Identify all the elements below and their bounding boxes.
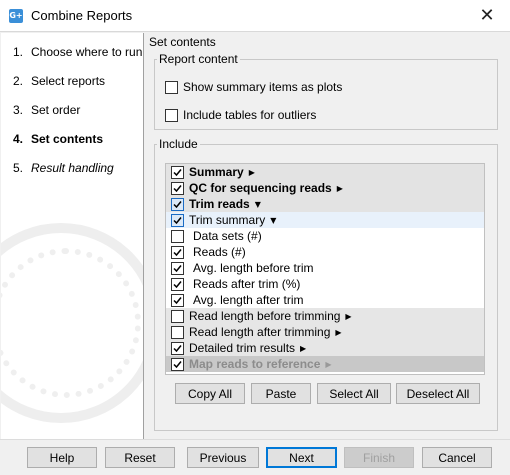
trim-summary-checkbox[interactable] <box>171 213 184 227</box>
copy-all-button[interactable]: Copy All <box>175 383 245 404</box>
step-number: 3. <box>13 103 24 117</box>
summary-checkbox[interactable] <box>171 165 184 179</box>
tree-row-label: Detailed trim results <box>189 341 296 355</box>
help-button[interactable]: Help <box>27 447 97 468</box>
read-length-before-checkbox[interactable] <box>171 309 184 323</box>
previous-button[interactable]: Previous <box>187 447 259 468</box>
tree-row-summary[interactable]: Summary ▶ <box>166 164 484 180</box>
avg-length-before-checkbox[interactable] <box>171 261 184 275</box>
tree-row-reads-after-trim[interactable]: Reads after trim (%) <box>166 276 484 292</box>
read-length-after-checkbox[interactable] <box>171 325 184 339</box>
app-icon: G+ <box>9 8 23 23</box>
expand-right-icon[interactable]: ▶ <box>300 344 306 353</box>
wizard-step-3: 3. Set order <box>1 100 80 120</box>
window-title: Combine Reports <box>31 8 133 23</box>
tree-row-label: Reads after trim (%) <box>193 277 301 291</box>
wizard-step-1: 1. Choose where to run <box>1 42 142 62</box>
wizard-step-4: 4. Set contents <box>1 129 103 149</box>
step-number: 2. <box>13 74 24 88</box>
section-title: Set contents <box>149 35 216 49</box>
step-number: 5. <box>13 161 24 175</box>
trim-reads-checkbox[interactable] <box>171 197 184 211</box>
tree-row-label: Read length after trimming <box>189 325 331 339</box>
step-label: Set order <box>31 103 81 117</box>
tree-row-label: Trim summary <box>189 213 266 227</box>
expand-right-icon[interactable]: ▶ <box>249 168 255 177</box>
detailed-trim-checkbox[interactable] <box>171 341 184 355</box>
include-outliers-label: Include tables for outliers <box>183 108 317 122</box>
tree-row-label: Avg. length before trim <box>193 261 314 275</box>
wizard-step-2: 2. Select reports <box>1 71 105 91</box>
tree-row-map-reads[interactable]: Map reads to reference ▶ <box>166 356 484 372</box>
show-summary-plots-option[interactable]: Show summary items as plots <box>165 80 342 94</box>
wizard-steps-panel: 1. Choose where to run 2. Select reports… <box>1 33 144 439</box>
tree-row-read-length-before[interactable]: Read length before trimming ▶ <box>166 308 484 324</box>
map-reads-checkbox[interactable] <box>171 357 184 371</box>
step-number: 4. <box>13 132 24 146</box>
finish-button[interactable]: Finish <box>344 447 414 468</box>
close-icon[interactable]: ✕ <box>464 0 510 31</box>
dialog-body: 1. Choose where to run 2. Select reports… <box>0 31 510 475</box>
step-label: Choose where to run <box>31 45 143 59</box>
tree-row-label: Data sets (#) <box>193 229 262 243</box>
collapse-down-icon[interactable]: ▼ <box>270 216 276 225</box>
wizard-step-5: 5. Result handling <box>1 158 114 178</box>
reads-after-trim-checkbox[interactable] <box>171 277 184 291</box>
step-number: 1. <box>13 45 24 59</box>
show-summary-plots-checkbox[interactable] <box>165 80 178 94</box>
reset-button[interactable]: Reset <box>105 447 175 468</box>
expand-right-icon[interactable]: ▶ <box>345 312 351 321</box>
tree-row-label: Read length before trimming <box>189 309 341 323</box>
dialog-footer: Help Reset Previous Next Finish Cancel <box>0 439 510 475</box>
cancel-button[interactable]: Cancel <box>422 447 492 468</box>
tree-row-label: Map reads to reference <box>189 357 321 371</box>
tree-row-reads[interactable]: Reads (#) <box>166 244 484 260</box>
avg-length-after-checkbox[interactable] <box>171 293 184 307</box>
paste-button[interactable]: Paste <box>251 383 311 404</box>
step-label: Select reports <box>31 74 106 88</box>
collapse-down-icon[interactable]: ▼ <box>255 200 261 209</box>
reads-checkbox[interactable] <box>171 245 184 259</box>
tree-row-trim-reads[interactable]: Trim reads ▼ <box>166 196 484 212</box>
step-label: Set contents <box>31 132 104 146</box>
report-content-legend: Report content <box>159 52 238 66</box>
tree-row-label: Trim reads <box>189 197 250 211</box>
tree-row-label: Summary <box>189 165 244 179</box>
tree-row-label: Reads (#) <box>193 245 246 259</box>
deselect-all-button[interactable]: Deselect All <box>396 383 480 404</box>
include-tree: Summary ▶ QC for sequencing reads ▶ Trim… <box>165 163 485 375</box>
tree-row-label: QC for sequencing reads <box>189 181 332 195</box>
qc-checkbox[interactable] <box>171 181 184 195</box>
content-panel: Set contents Report content Show summary… <box>146 33 510 439</box>
include-outliers-checkbox[interactable] <box>165 108 178 122</box>
tree-row-qc-sequencing-reads[interactable]: QC for sequencing reads ▶ <box>166 180 484 196</box>
show-summary-plots-label: Show summary items as plots <box>183 80 343 94</box>
step-label: Result handling <box>31 161 114 175</box>
tree-row-trim-summary[interactable]: Trim summary ▼ <box>166 212 484 228</box>
select-all-button[interactable]: Select All <box>317 383 391 404</box>
tree-row-data-sets[interactable]: Data sets (#) <box>166 228 484 244</box>
next-button[interactable]: Next <box>266 447 337 468</box>
include-legend: Include <box>159 137 198 151</box>
include-group: Include Summary ▶ QC for sequencing read… <box>154 137 498 431</box>
expand-right-icon[interactable]: ▶ <box>335 328 341 337</box>
tree-row-avg-length-before[interactable]: Avg. length before trim <box>166 260 484 276</box>
tree-row-detailed-trim-results[interactable]: Detailed trim results ▶ <box>166 340 484 356</box>
data-sets-checkbox[interactable] <box>171 229 184 243</box>
title-bar: G+ Combine Reports ✕ <box>0 0 510 31</box>
expand-right-icon[interactable]: ▶ <box>337 184 343 193</box>
tree-row-read-length-after[interactable]: Read length after trimming ▶ <box>166 324 484 340</box>
report-content-group: Report content Show summary items as plo… <box>154 52 498 130</box>
expand-right-icon[interactable]: ▶ <box>325 360 331 369</box>
include-outliers-option[interactable]: Include tables for outliers <box>165 108 316 122</box>
tree-row-label: Avg. length after trim <box>193 293 304 307</box>
tree-row-avg-length-after[interactable]: Avg. length after trim <box>166 292 484 308</box>
